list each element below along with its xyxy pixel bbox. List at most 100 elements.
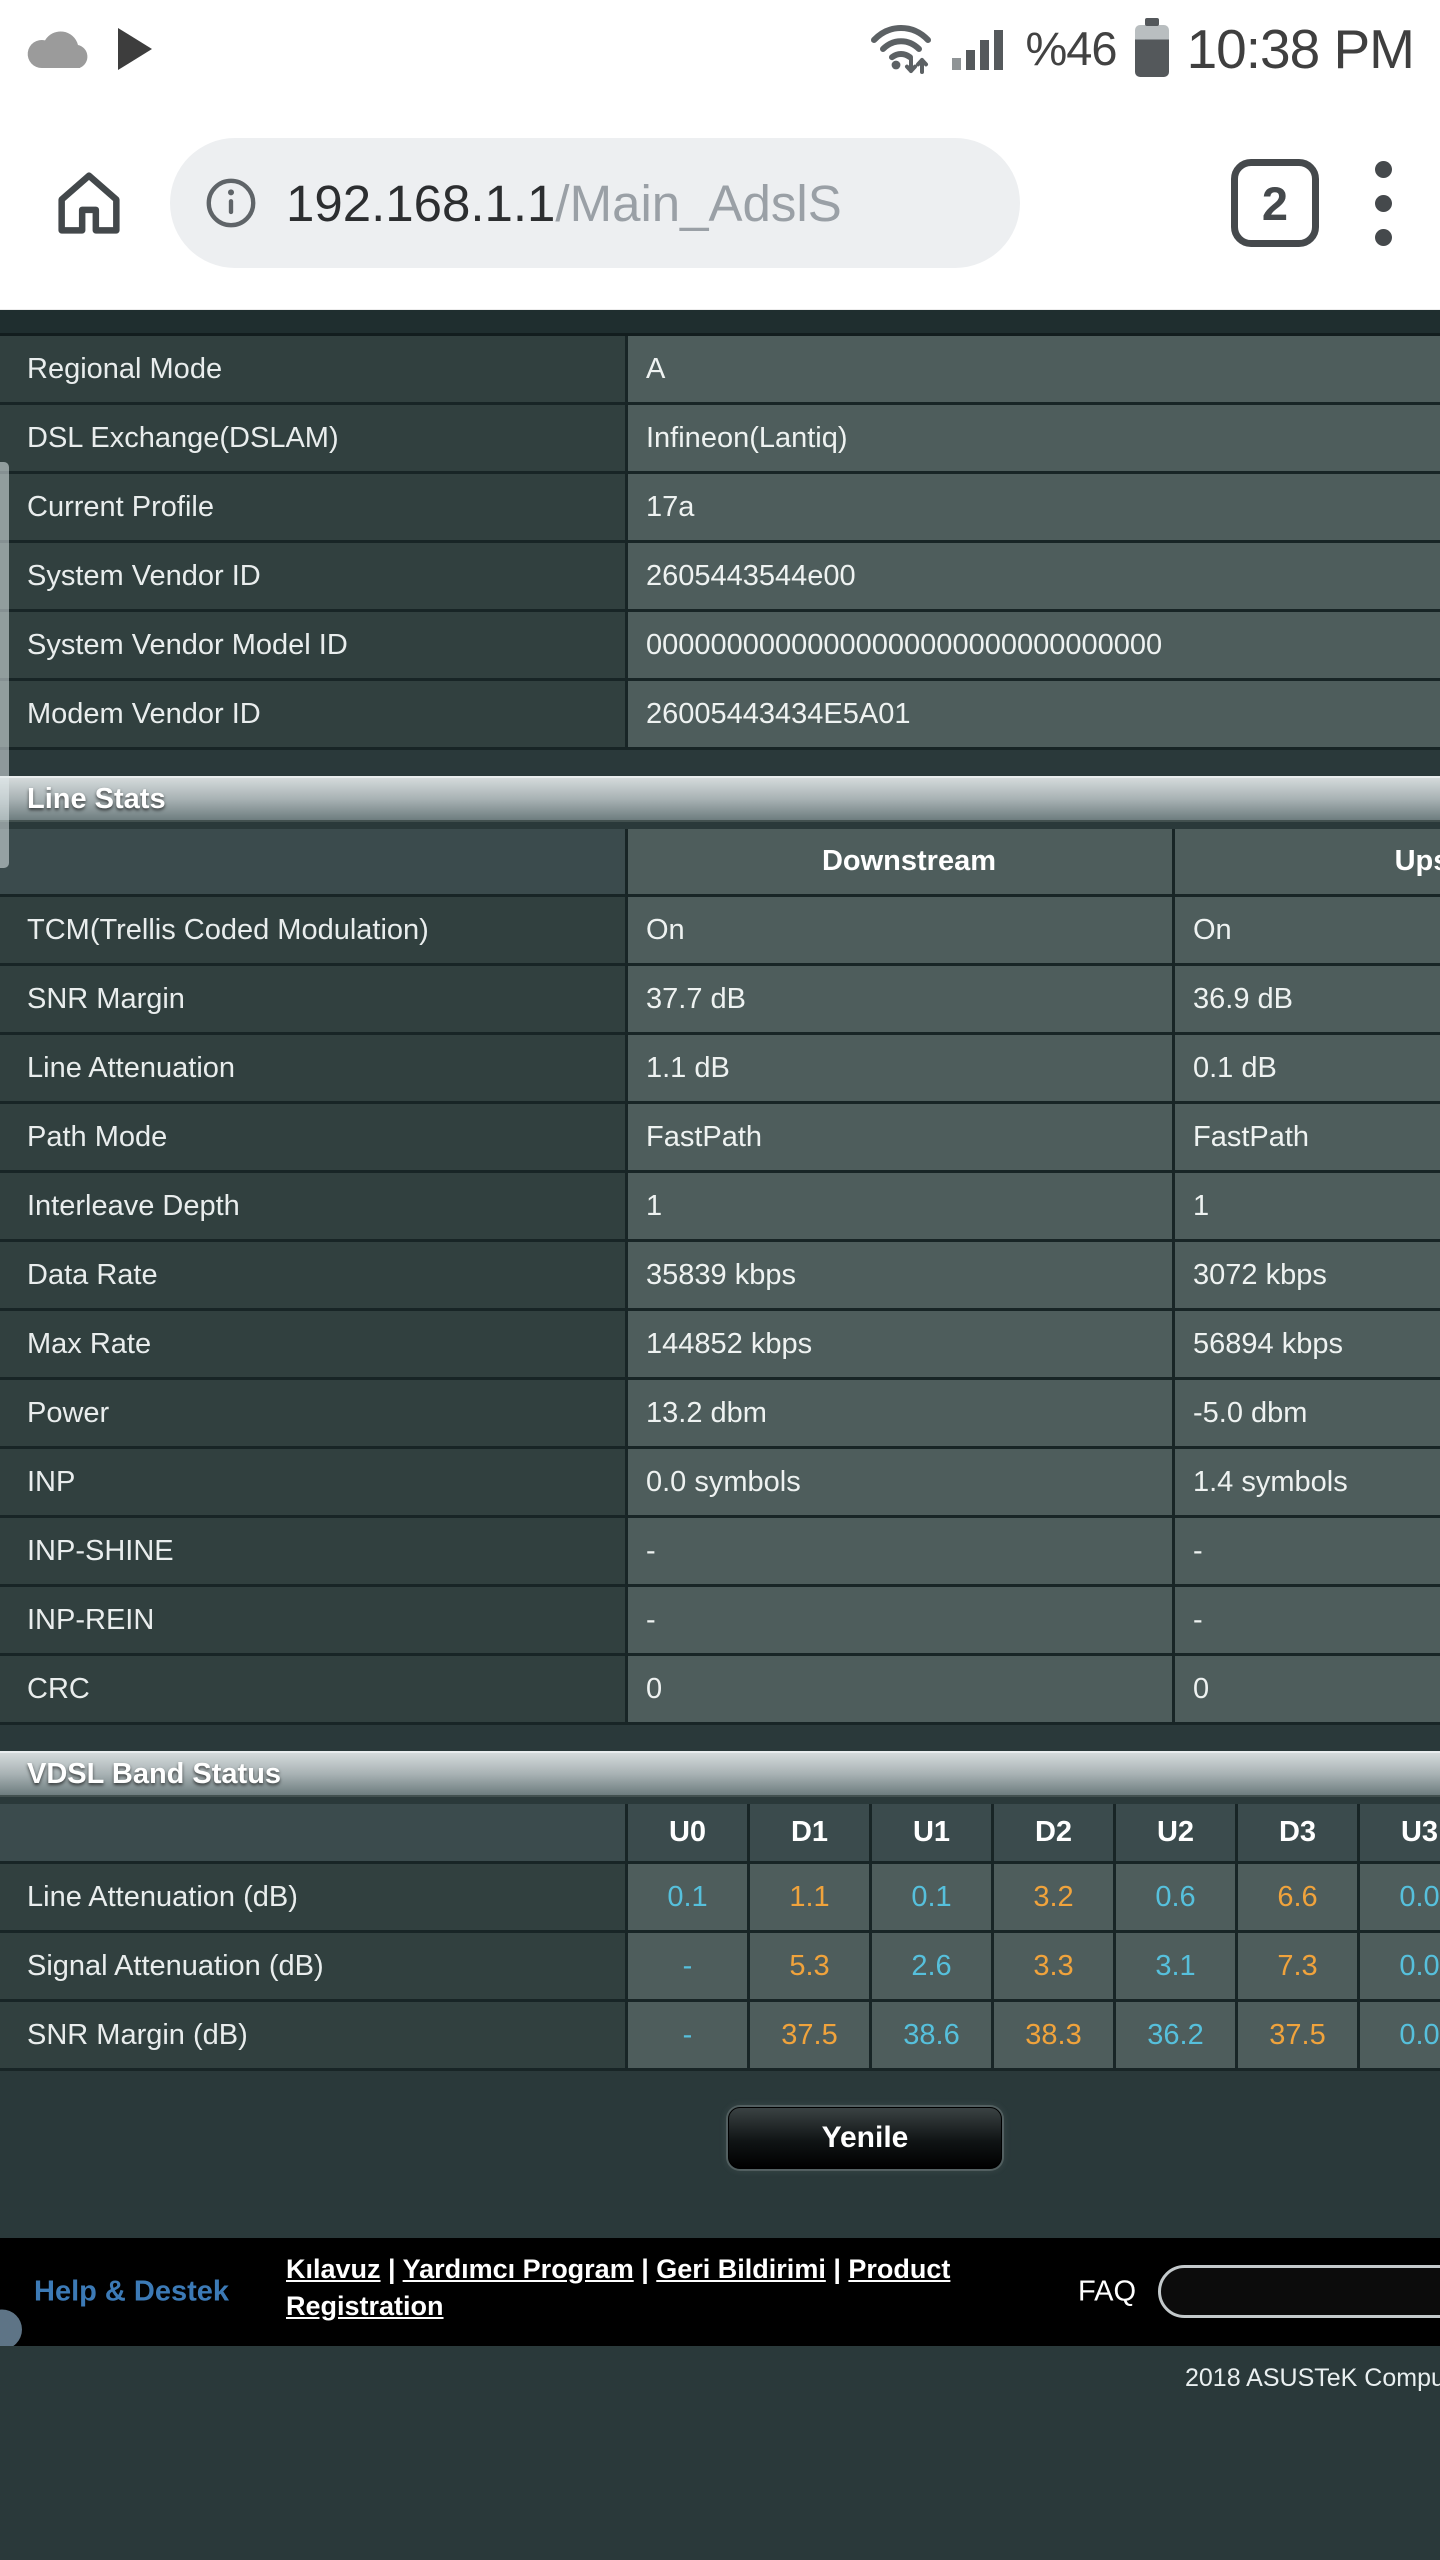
- band-value-d2: 3.3: [994, 1933, 1116, 1999]
- faq-search-input[interactable]: [1161, 2276, 1440, 2307]
- downstream-value: 35839 kbps: [628, 1242, 1175, 1308]
- row-value: A: [628, 336, 1440, 402]
- address-bar[interactable]: 192.168.1.1/Main_AdslS: [170, 138, 1020, 268]
- home-button[interactable]: [34, 148, 144, 258]
- battery-icon: [1134, 17, 1169, 77]
- table-row: Current Profile 17a: [0, 474, 1440, 543]
- copyright-text: 2018 ASUSTeK Compu: [1185, 2364, 1440, 2392]
- footer-link[interactable]: Kılavuz: [286, 2254, 381, 2284]
- band-value-u0: -: [628, 2002, 750, 2068]
- row-label: Max Rate: [0, 1311, 628, 1377]
- band-value-u2: 36.2: [1116, 2002, 1238, 2068]
- row-label: INP-REIN: [0, 1587, 628, 1653]
- row-label: TCM(Trellis Coded Modulation): [0, 897, 628, 963]
- table-row: Line Attenuation 1.1 dB 0.1 dB: [0, 1035, 1440, 1104]
- section-title: VDSL Band Status: [27, 1757, 282, 1790]
- band-column-header: U1: [872, 1804, 994, 1861]
- band-value-d1: 37.5: [750, 2002, 872, 2068]
- table-row: Regional Mode A: [0, 336, 1440, 405]
- row-label: Data Rate: [0, 1242, 628, 1308]
- vdsl-band-section-header: VDSL Band Status: [0, 1751, 1440, 1797]
- url-path: /Main_AdslS: [555, 174, 842, 232]
- vdsl-rows: Line Attenuation (dB) 0.1 1.1 0.1 3.2 0.…: [0, 1864, 1440, 2071]
- page-footer: Help & Destek Kılavuz | Yardımcı Program…: [0, 2238, 1440, 2346]
- table-row: Signal Attenuation (dB) - 5.3 2.6 3.3 3.…: [0, 1933, 1440, 2002]
- line-stats-table: Downstream Upstream TCM(Trellis Coded Mo…: [0, 829, 1440, 1725]
- band-value-u1: 38.6: [872, 2002, 994, 2068]
- band-value-u2: 3.1: [1116, 1933, 1238, 1999]
- downstream-value: -: [628, 1518, 1175, 1584]
- band-value-d3: 6.6: [1238, 1864, 1360, 1930]
- downstream-column-header: Downstream: [628, 829, 1175, 894]
- footer-link[interactable]: Geri Bildirimi: [656, 2254, 826, 2284]
- row-value: 2605443544e00: [628, 543, 1440, 609]
- table-row: SNR Margin (dB) - 37.5 38.6 38.3 36.2 37…: [0, 2002, 1440, 2071]
- upstream-value: -5.0 dbm: [1175, 1380, 1440, 1446]
- menu-dot: [1375, 194, 1392, 212]
- band-column-header: D2: [994, 1804, 1116, 1861]
- downstream-value: 0: [628, 1656, 1175, 1722]
- band-value-u3: 0.0: [1360, 2002, 1440, 2068]
- row-label: Signal Attenuation (dB): [0, 1933, 628, 1999]
- downstream-value: On: [628, 897, 1175, 963]
- android-screen: %46 10:38 PM 192.168.1.1/Main_AdslS 2 Re…: [0, 0, 1440, 2560]
- page-info-icon[interactable]: [202, 174, 260, 232]
- upstream-column-header: Upstream: [1175, 829, 1440, 894]
- upstream-value: -: [1175, 1518, 1440, 1584]
- band-value-u3: 0.0: [1360, 1933, 1440, 1999]
- band-column-header: U3: [1360, 1804, 1440, 1861]
- menu-dot: [1375, 228, 1392, 246]
- downstream-value: 0.0 symbols: [628, 1449, 1175, 1515]
- footer-link[interactable]: Yardımcı Program: [403, 2254, 634, 2284]
- downstream-value: 1.1 dB: [628, 1035, 1175, 1101]
- home-icon: [58, 172, 120, 234]
- row-label: Power: [0, 1380, 628, 1446]
- row-value: Infineon(Lantiq): [628, 405, 1440, 471]
- tab-count: 2: [1261, 176, 1289, 230]
- help-support-link[interactable]: Help & Destek: [0, 2275, 230, 2346]
- battery-percentage: %46: [1025, 22, 1118, 75]
- band-value-u0: 0.1: [628, 1864, 750, 1930]
- overflow-menu-button[interactable]: [1361, 147, 1406, 260]
- band-value-d3: 7.3: [1238, 1933, 1360, 1999]
- upstream-value: 1: [1175, 1173, 1440, 1239]
- row-label: Line Attenuation (dB): [0, 1864, 628, 1930]
- page-scrollbar[interactable]: [0, 462, 9, 868]
- row-label: INP-SHINE: [0, 1518, 628, 1584]
- clock: 10:38 PM: [1186, 17, 1415, 80]
- faq-search-box[interactable]: [1158, 2265, 1440, 2318]
- help-label: Help & Destek: [34, 2275, 230, 2308]
- row-label: SNR Margin: [0, 966, 628, 1032]
- link-separator: |: [633, 2254, 657, 2284]
- band-value-d3: 37.5: [1238, 2002, 1360, 2068]
- notification-icons: [26, 27, 152, 70]
- band-value-d1: 5.3: [750, 1933, 872, 1999]
- table-row: Data Rate 35839 kbps 3072 kbps: [0, 1242, 1440, 1311]
- link-separator: |: [380, 2254, 403, 2284]
- row-label: Modem Vendor ID: [0, 681, 628, 747]
- upstream-value: 0.1 dB: [1175, 1035, 1440, 1101]
- row-label: Path Mode: [0, 1104, 628, 1170]
- upstream-value: -: [1175, 1587, 1440, 1653]
- menu-dot: [1375, 160, 1392, 178]
- row-label: SNR Margin (dB): [0, 2002, 628, 2068]
- upstream-value: On: [1175, 897, 1440, 963]
- row-label: System Vendor ID: [0, 543, 628, 609]
- link-separator: |: [825, 2254, 849, 2284]
- table-row: System Vendor ID 2605443544e00: [0, 543, 1440, 612]
- refresh-button[interactable]: Yenile: [728, 2107, 1002, 2169]
- band-value-u1: 0.1: [872, 1864, 994, 1930]
- url-text[interactable]: 192.168.1.1/Main_AdslS: [286, 174, 842, 233]
- upstream-value: FastPath: [1175, 1104, 1440, 1170]
- row-label: Regional Mode: [0, 336, 628, 402]
- row-label: System Vendor Model ID: [0, 612, 628, 678]
- footer-links: Kılavuz | Yardımcı Program | Geri Bildir…: [286, 2251, 986, 2325]
- url-host: 192.168.1.1: [286, 174, 556, 232]
- row-value: 00000000000000000000000000000000: [628, 612, 1440, 678]
- table-row: DSL Exchange(DSLAM) Infineon(Lantiq): [0, 405, 1440, 474]
- webview: Regional Mode A DSL Exchange(DSLAM) Infi…: [0, 310, 1440, 2560]
- table-row: Line Attenuation (dB) 0.1 1.1 0.1 3.2 0.…: [0, 1864, 1440, 1933]
- table-row: Path Mode FastPath FastPath: [0, 1104, 1440, 1173]
- tab-switcher-button[interactable]: 2: [1231, 159, 1319, 247]
- upstream-value: 3072 kbps: [1175, 1242, 1440, 1308]
